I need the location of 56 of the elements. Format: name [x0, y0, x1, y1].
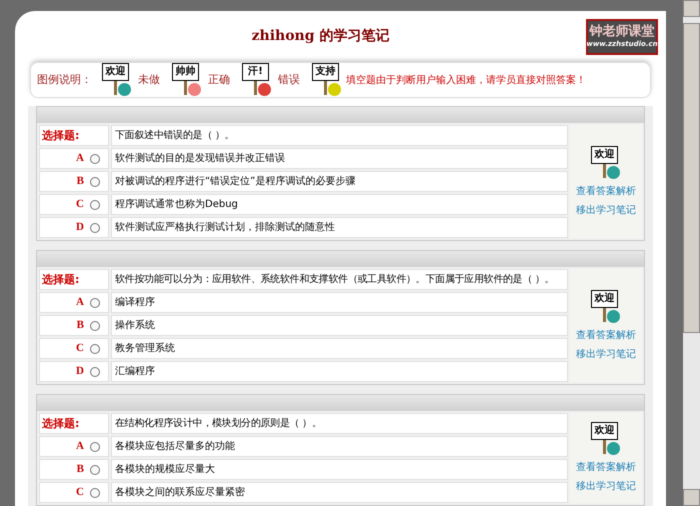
option-text: 教务管理系统 — [111, 338, 568, 359]
note-link[interactable]: 查看答案解析 — [576, 184, 636, 198]
option-letter: B — [76, 174, 84, 190]
scroll-up-button[interactable] — [683, 0, 700, 17]
radio-button[interactable] — [90, 200, 100, 210]
option-text: 程序调试通常也称为Debug — [111, 194, 568, 215]
option-text: 对被调试的程序进行“错误定位”是程序调试的必要步骤 — [111, 171, 568, 192]
note-link[interactable]: 移出学习笔记 — [576, 479, 636, 494]
note-link[interactable]: 查看答案解析 — [576, 460, 636, 475]
option-letter: D — [76, 220, 84, 236]
option-letter: B — [76, 318, 84, 334]
scrollbar-thumb[interactable] — [683, 23, 700, 333]
scroll-down-button[interactable] — [683, 489, 700, 506]
note-link[interactable]: 查看答案解析 — [576, 328, 636, 342]
option-letter: C — [76, 197, 84, 212]
question-text: 在结构化程序设计中，模块划分的原则是（ ）。 — [111, 413, 568, 434]
radio-button[interactable] — [90, 222, 100, 232]
option-text: 编译程序 — [111, 292, 568, 313]
logo-name: 钟老师课堂 — [590, 24, 654, 40]
radio-button[interactable] — [90, 366, 100, 376]
radio-button[interactable] — [90, 298, 100, 308]
option-letter: C — [76, 341, 84, 356]
question-text: 软件按功能可以分为：应用软件、系统软件和支撑软件（或工具软件）。下面属于应用软件的是（ ）。 — [111, 269, 568, 290]
legend-item-label: 未做 — [138, 72, 160, 88]
option-text: 各模块应包括尽量多的功能 — [111, 436, 568, 457]
option-text: 操作系统 — [111, 315, 568, 336]
option-letter: A — [76, 151, 84, 166]
legend-item-label: 正确 — [208, 72, 230, 88]
note-link[interactable]: 移出学习笔记 — [576, 346, 636, 362]
note-link[interactable]: 移出学习笔记 — [576, 202, 636, 218]
option-text: 各模块之间的联系应尽量紧密 — [111, 482, 568, 503]
radio-button[interactable] — [90, 488, 100, 498]
option-letter: D — [76, 364, 84, 380]
option-letter: C — [76, 485, 84, 500]
scrollbar[interactable] — [683, 0, 700, 506]
option-letter: B — [76, 462, 84, 478]
legend-label: 图例说明： — [37, 72, 92, 88]
option-text: 软件测试应严格执行测试计划，排除测试的随意性 — [111, 217, 568, 238]
question-type-label: 选择题: — [39, 413, 109, 434]
radio-button[interactable] — [90, 154, 100, 164]
option-text: 软件测试的目的是发现错误并改正错误 — [111, 148, 568, 169]
radio-button[interactable] — [90, 442, 100, 452]
question-type-label: 选择题: — [39, 125, 109, 146]
radio-button[interactable] — [90, 320, 100, 330]
radio-button[interactable] — [90, 176, 100, 186]
option-letter: A — [76, 295, 84, 310]
option-letter: A — [76, 439, 84, 454]
question-type-label: 选择题: — [39, 269, 109, 290]
legend-note: 填空题由于判断用户输入困难，请学员直接对照答案！ — [346, 74, 586, 88]
radio-button[interactable] — [90, 464, 100, 474]
option-text: 汇编程序 — [111, 361, 568, 382]
page-title: zhihong 的学习笔记 — [250, 27, 390, 46]
legend-item-label: 错误 — [278, 72, 300, 88]
question-text: 下面叙述中错误的是（ ）。 — [111, 125, 568, 146]
option-text: 各模块的规模应尽量大 — [111, 459, 568, 480]
radio-button[interactable] — [90, 344, 100, 354]
